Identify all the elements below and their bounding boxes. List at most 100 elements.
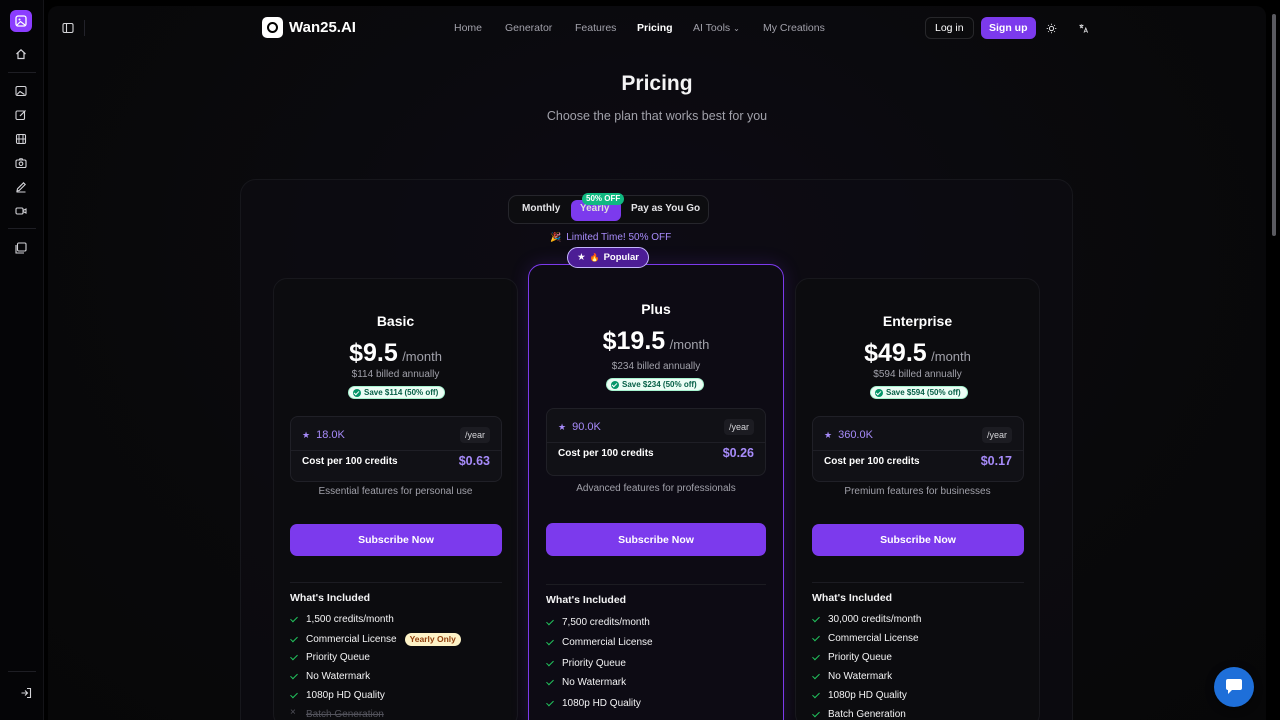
subscribe-button-basic[interactable]: Subscribe Now [290,524,502,556]
feature-label: No Watermark [306,671,371,682]
image-icon[interactable] [13,83,29,99]
list-item: Batch Generation [290,707,384,720]
subscribe-button-enterprise[interactable]: Subscribe Now [812,524,1024,556]
yearly-only-badge: Yearly Only [404,633,461,646]
nav-my-creations[interactable]: My Creations [763,22,825,34]
subscribe-button-plus[interactable]: Subscribe Now [546,523,766,556]
cost-value: $0.17 [980,454,1012,468]
plan-billed: $114 billed annually [351,369,440,380]
check-circle-icon [353,388,361,397]
page-subtitle: Choose the plan that works best for you [546,109,768,123]
nav-ai-tools-label: AI Tools [693,22,731,34]
list-item: 7,500 credits/month [546,617,650,628]
theme-toggle-icon[interactable] [1041,18,1061,38]
home-icon[interactable] [13,46,29,62]
cost-label: Cost per 100 credits [558,448,654,459]
plan-card-enterprise: Enterprise $49.5 /month $594 billed annu… [795,278,1040,720]
list-item: 1,500 credits/month [290,614,394,625]
billing-pay-as-you-go[interactable]: Pay as You Go [631,203,700,214]
limited-offer: 🎉 Limited Time! 50% OFF [550,232,671,243]
chat-widget-button[interactable] [1214,667,1254,707]
gallery-icon[interactable] [13,240,29,256]
signup-button[interactable]: Sign up [981,17,1036,39]
list-item: Priority Queue [546,658,626,669]
nav-pricing[interactable]: Pricing [637,22,673,34]
brand[interactable]: Wan25.AI [262,17,356,38]
credit-box-divider [813,450,1023,451]
brand-name: Wan25.AI [289,19,356,36]
cost-value: $0.26 [722,446,754,460]
feature-label: 30,000 credits/month [828,614,922,625]
yearly-discount-badge: 50% OFF [582,193,625,205]
app-logo-icon[interactable] [10,10,32,32]
nav-ai-tools[interactable]: AI Tools ⌄ [693,22,740,34]
left-rail [0,0,44,720]
check-icon [812,654,820,662]
plan-save-badge: Save $594 (50% off) [870,386,968,399]
list-item: Commercial License [546,637,653,648]
included-title: What's Included [812,592,893,604]
plan-price-period: /month [402,349,442,364]
plan-card-basic: Basic $9.5 /month $114 billed annually S… [273,278,518,720]
feature-label: Commercial License [306,634,397,645]
credits-amount: 18.0K [316,429,345,441]
feature-label: No Watermark [828,671,893,682]
plan-billed: $234 billed annually [611,361,701,372]
feature-label: 1080p HD Quality [828,690,907,701]
check-icon [546,700,554,708]
rail-divider [8,228,36,229]
credits-amount: 90.0K [572,421,601,433]
credits-value: ★ 90.0K [558,421,601,433]
popular-badge: ★ 🔥 Popular [567,247,649,268]
plan-save-badge: Save $234 (50% off) [606,378,704,391]
credit-box: ★ 360.0K /year Cost per 100 credits $0.17 [812,416,1024,482]
check-icon [290,654,298,662]
camera-icon[interactable] [13,155,29,171]
edit-image-icon[interactable] [13,107,29,123]
limited-offer-text: Limited Time! 50% OFF [566,232,672,243]
check-icon [812,711,820,719]
plan-price-period: /month [931,349,971,364]
plan-save-text: Save $234 (50% off) [622,380,697,389]
feature-label: Batch Generation [828,709,906,720]
sidebar-toggle-icon[interactable] [62,21,74,39]
film-icon[interactable] [13,131,29,147]
check-icon [290,692,298,700]
nav-features[interactable]: Features [575,22,616,34]
included-title: What's Included [546,594,627,606]
credits-value: ★ 360.0K [824,429,873,441]
plan-price: $19.5 /month [529,327,783,356]
plan-price-amount: $49.5 [864,339,927,367]
credit-box-divider [547,442,765,443]
feature-label: Priority Queue [828,652,892,663]
language-icon[interactable] [1073,18,1093,38]
star-icon: ★ [558,421,567,432]
login-button[interactable]: Log in [925,17,974,39]
card-divider [290,582,502,583]
check-icon [546,679,554,687]
page-scrollbar[interactable] [1272,14,1276,236]
feature-label: 7,500 credits/month [562,617,650,628]
feature-label: No Watermark [562,677,627,688]
credit-box-divider [291,450,501,451]
card-divider [546,584,766,585]
credits-amount: 360.0K [838,429,873,441]
check-icon [812,635,820,643]
cross-icon [290,707,298,719]
list-item: Batch Generation [812,709,906,720]
billing-monthly[interactable]: Monthly [522,203,560,214]
rail-divider [8,671,36,672]
nav-home[interactable]: Home [454,22,482,34]
feature-label: Priority Queue [562,658,626,669]
video-icon[interactable] [13,203,29,219]
chat-bubble-icon [1226,679,1242,694]
list-item: 30,000 credits/month [812,614,921,625]
plan-description: Advanced features for professionals [576,483,736,494]
popular-badge-label: Popular [603,252,639,263]
plan-description: Essential features for personal use [318,486,473,497]
nav-generator[interactable]: Generator [505,22,552,34]
feature-label: Commercial License [828,633,919,644]
logout-icon[interactable] [18,685,34,701]
chevron-down-icon: ⌄ [733,24,740,33]
pen-icon[interactable] [13,179,29,195]
